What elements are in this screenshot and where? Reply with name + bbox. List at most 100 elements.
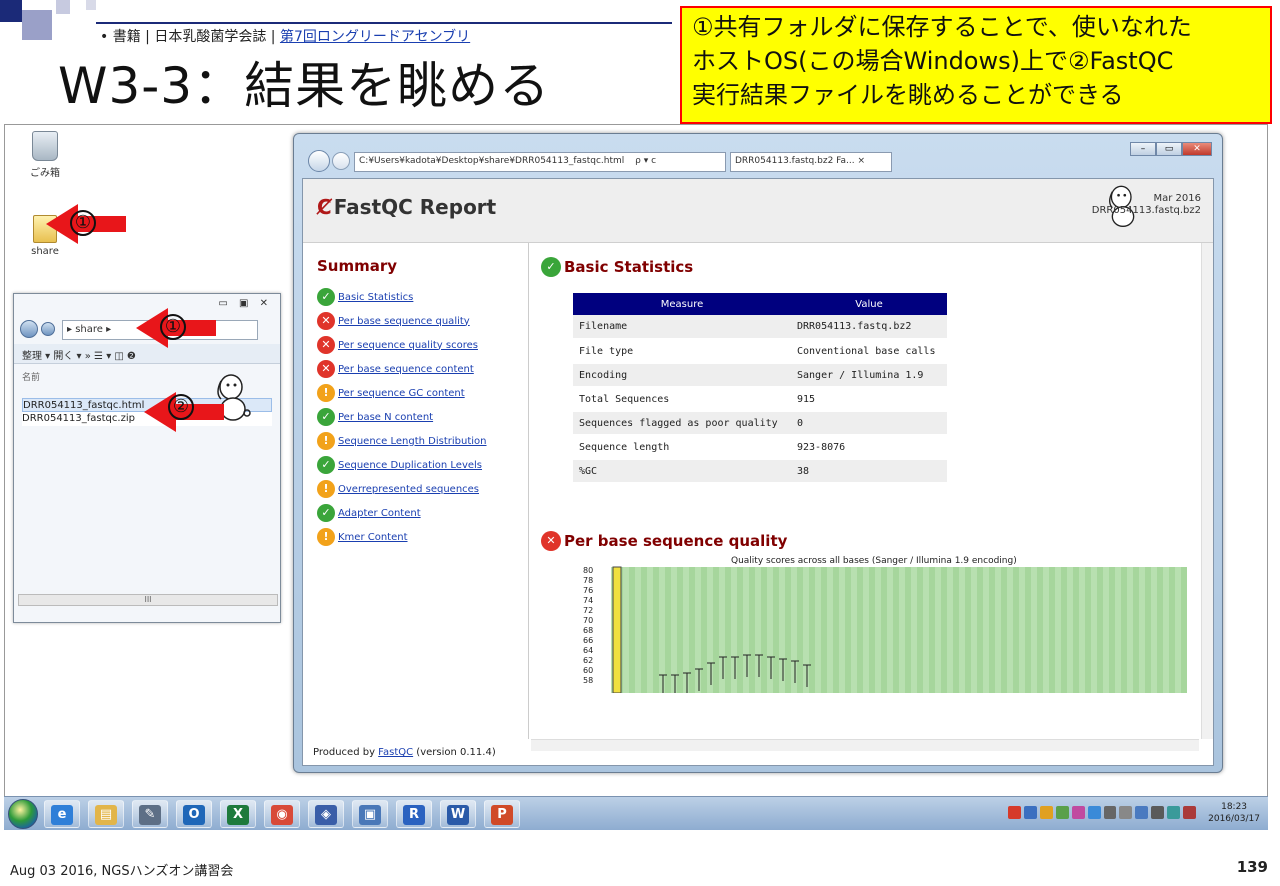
taskbar-app-button[interactable]: P (484, 800, 520, 828)
clock[interactable]: 18:23 2016/03/17 (1208, 801, 1260, 825)
fastqc-link[interactable]: FastQC (378, 747, 413, 758)
back-button[interactable] (308, 150, 330, 172)
vertical-scrollbar[interactable] (1201, 243, 1213, 739)
module-link[interactable]: Adapter Content (338, 508, 421, 519)
tray-icon[interactable] (1023, 806, 1037, 819)
taskbar-app-button[interactable]: e (44, 800, 80, 828)
start-button[interactable] (8, 799, 38, 829)
page-content: Ȼ FastQC Report Mar 2016 DRR054113.fastq.… (302, 178, 1214, 766)
decor-square (0, 0, 22, 22)
warn-icon: ! (317, 528, 335, 546)
explorer-window[interactable]: ▭ ▣ ✕ ▸ share ▸ 整理 ▾ 開く ▾ » ☰ ▾ ◫ ❷ 名前 D… (13, 293, 281, 623)
chart-band (1061, 567, 1067, 693)
horizontal-scrollbar[interactable] (531, 739, 1199, 751)
forward-button[interactable] (41, 322, 56, 336)
module-link[interactable]: Per base sequence quality (338, 316, 470, 327)
browser-tab[interactable]: DRR054113.fastq.bz2 Fa... × (730, 152, 892, 172)
horizontal-scrollbar[interactable]: III (18, 594, 278, 606)
chart-band (1133, 567, 1139, 693)
decor-square (56, 0, 70, 14)
warn-icon: ! (317, 384, 335, 402)
module-link[interactable]: Kmer Content (338, 532, 408, 543)
url-text: C:¥Users¥kadota¥Desktop¥share¥DRR054113_… (359, 156, 625, 166)
minimize-button[interactable]: – (1130, 142, 1156, 156)
table-row: Sequence length 923-8076 (573, 435, 947, 460)
taskbar-app-button[interactable]: ◈ (308, 800, 344, 828)
table-cell-measure: File type (573, 339, 791, 364)
taskbar-app-button[interactable]: R (396, 800, 432, 828)
table-row: File type Conventional base calls (573, 339, 947, 364)
module-link[interactable]: Sequence Duplication Levels (338, 460, 482, 471)
chart-band (857, 567, 863, 693)
chart-band (761, 567, 767, 693)
window-controls[interactable]: ▭ ▣ ✕ (218, 298, 272, 309)
module-item: ! Sequence Length Distribution (317, 429, 487, 453)
table-cell-value: DRR054113.fastq.bz2 (791, 315, 947, 340)
chart-band (1001, 567, 1007, 693)
module-link[interactable]: Sequence Length Distribution (338, 436, 487, 447)
tray-icon[interactable] (1151, 806, 1165, 819)
chart-band (1073, 567, 1079, 693)
clock-time: 18:23 (1221, 802, 1248, 812)
module-link[interactable]: Per base sequence content (338, 364, 474, 375)
callout-line: ①共有フォルダに保存することで、使いなれた (692, 13, 1192, 41)
table-cell-value: 38 (791, 459, 947, 484)
pass-icon: ✓ (317, 408, 335, 426)
module-link[interactable]: Per sequence GC content (338, 388, 465, 399)
taskbar-app-button[interactable]: X (220, 800, 256, 828)
callout-line: 実行結果ファイルを眺めることができる (692, 81, 1124, 109)
module-link[interactable]: Per sequence quality scores (338, 340, 478, 351)
taskbar-app-button[interactable]: ▣ (352, 800, 388, 828)
fastqc-logo-icon: Ȼ (317, 195, 332, 219)
virtualbox-icon: ◈ (315, 805, 337, 825)
chart-band (941, 567, 947, 693)
tray-icon[interactable] (1008, 806, 1021, 819)
module-link[interactable]: Per base N content (338, 412, 433, 423)
chart-band (965, 567, 971, 693)
tray-icon[interactable] (1103, 806, 1117, 819)
maximize-button[interactable]: ▭ (1156, 142, 1182, 156)
chart-band (1157, 567, 1163, 693)
taskbar-app-button[interactable]: O (176, 800, 212, 828)
chart-band (809, 567, 815, 693)
taskbar-app-button[interactable]: ▤ (88, 800, 124, 828)
tray-icon[interactable] (1071, 806, 1085, 819)
module-link[interactable]: Overrepresented sequences (338, 484, 479, 495)
explorer-toolbar[interactable]: 整理 ▾ 開く ▾ » ☰ ▾ ◫ ❷ (14, 344, 280, 364)
close-button[interactable]: ✕ (1182, 142, 1212, 156)
slide-title: W3-3：結果を眺める (58, 57, 551, 115)
tray-icon[interactable] (1039, 806, 1053, 819)
tray-icon[interactable] (1135, 806, 1149, 819)
taskbar-app-button[interactable]: ✎ (132, 800, 168, 828)
url-bar[interactable]: C:¥Users¥kadota¥Desktop¥share¥DRR054113_… (354, 152, 726, 172)
chart-band (1085, 567, 1091, 693)
ie-icon: e (51, 805, 73, 825)
column-header-name[interactable]: 名前 (22, 370, 40, 383)
tray-icon[interactable] (1087, 806, 1101, 819)
back-button[interactable] (20, 320, 38, 338)
chart-band (785, 567, 791, 693)
module-link[interactable]: Basic Statistics (338, 292, 413, 303)
recycle-bin-icon[interactable]: ごみ箱 (23, 131, 67, 179)
tray-icon[interactable] (1183, 806, 1197, 819)
browser-window: C:¥Users¥kadota¥Desktop¥share¥DRR054113_… (293, 133, 1223, 773)
trash-icon (32, 131, 58, 161)
table-cell-measure: Filename (573, 315, 791, 340)
summary-title: Summary (317, 257, 398, 275)
window-controls: – ▭ ✕ (1130, 136, 1214, 156)
url-controls[interactable]: ρ ▾ c (635, 156, 656, 166)
tray-icon[interactable] (1055, 806, 1069, 819)
y-tick-label: 68 (583, 626, 593, 635)
breadcrumb-link[interactable]: 第7回ロングリードアセンブリ (280, 29, 470, 45)
tray-icon[interactable] (1167, 806, 1181, 819)
step-number-2: ② (168, 394, 194, 420)
taskbar-app-button[interactable]: W (440, 800, 476, 828)
footer-version: (version 0.11.4) (413, 747, 496, 758)
table-cell-measure: Total Sequences (573, 387, 791, 412)
forward-button[interactable] (332, 152, 350, 170)
y-tick-label: 66 (583, 636, 593, 645)
taskbar-app-button[interactable]: ◉ (264, 800, 300, 828)
tray-icon[interactable] (1119, 806, 1133, 819)
pass-icon: ✓ (541, 257, 561, 277)
chart-band (701, 567, 707, 693)
